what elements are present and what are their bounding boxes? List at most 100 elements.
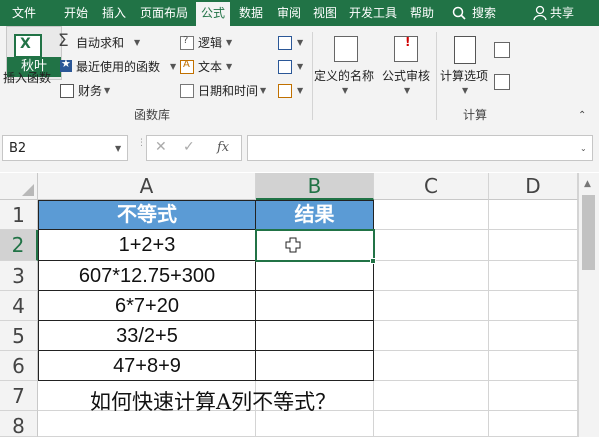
cell-c1[interactable] xyxy=(374,200,489,230)
spreadsheet-grid: A B C D 1 2 3 4 5 6 7 8 不等式 结果 1+2+3 607… xyxy=(0,173,599,438)
cell-a4[interactable]: 6*7+20 xyxy=(39,291,256,321)
table-header-expression[interactable]: 不等式 xyxy=(39,201,256,230)
cell-d5[interactable] xyxy=(489,321,578,351)
text-button[interactable]: A 文本 ▼ xyxy=(178,58,238,76)
confirm-icon[interactable]: ✓ xyxy=(183,139,195,155)
cell-b3[interactable] xyxy=(256,261,374,291)
calculate-now-icon[interactable] xyxy=(494,42,510,58)
cell-d1[interactable] xyxy=(489,200,578,230)
formula-audit-button[interactable]: ! 公式审核 ▼ xyxy=(380,34,434,104)
math-button[interactable]: ▼ xyxy=(278,58,306,76)
cell-c8[interactable] xyxy=(374,411,489,437)
cell-c4[interactable] xyxy=(374,291,489,321)
row-header-4[interactable]: 4 xyxy=(0,291,38,321)
cell-b6[interactable] xyxy=(256,351,374,381)
tab-page-layout[interactable]: 页面布局 xyxy=(136,0,192,26)
cell-d7[interactable] xyxy=(489,381,578,411)
row-header-3[interactable]: 3 xyxy=(0,261,38,291)
tab-insert[interactable]: 插入 xyxy=(97,0,131,26)
formula-bar: B2 ▼ ⋮ ✕ ✓ fx ⌄ xyxy=(0,124,599,172)
tab-review[interactable]: 审阅 xyxy=(272,0,306,26)
cell-d6[interactable] xyxy=(489,351,578,381)
logical-button[interactable]: ? 逻辑 ▼ xyxy=(178,34,238,52)
cell-a5[interactable]: 33/2+5 xyxy=(39,321,256,351)
cell-b4[interactable] xyxy=(256,291,374,321)
calculate-sheet-icon[interactable] xyxy=(494,74,510,90)
more-functions-button[interactable]: ▼ xyxy=(278,82,306,100)
tab-data[interactable]: 数据 xyxy=(234,0,268,26)
scrollbar-thumb[interactable] xyxy=(582,195,595,270)
autosum-label: 自动求和 xyxy=(76,36,125,50)
chevron-down-icon: ▼ xyxy=(104,86,111,95)
search-icon xyxy=(452,6,466,20)
datetime-button[interactable]: 日期和时间 ▼ xyxy=(178,82,272,100)
share-label: 共享 xyxy=(550,6,575,20)
row-header-8[interactable]: 8 xyxy=(0,411,38,438)
financial-button[interactable]: 财务 ▼ xyxy=(58,82,118,100)
row-header-1[interactable]: 1 xyxy=(0,200,38,230)
cell-b5[interactable] xyxy=(256,321,374,351)
tab-help[interactable]: 帮助 xyxy=(405,0,439,26)
cell-d4[interactable] xyxy=(489,291,578,321)
row-header-2[interactable]: 2 xyxy=(0,230,38,261)
cell-d3[interactable] xyxy=(489,261,578,291)
tab-developer[interactable]: 开发工具 xyxy=(345,0,401,26)
scroll-up-icon[interactable]: ▲ xyxy=(584,179,591,189)
share-button[interactable]: 共享 xyxy=(530,0,592,26)
recent-functions-button[interactable]: ★ 最近使用的函数 ▼ xyxy=(58,57,178,76)
cell-a3[interactable]: 607*12.75+300 xyxy=(39,261,256,291)
chevron-down-icon: ▼ xyxy=(170,62,177,71)
cell-c2[interactable] xyxy=(374,230,489,261)
group-label-library: 函数库 xyxy=(134,108,171,122)
column-header-c[interactable]: C xyxy=(374,173,489,200)
financial-icon xyxy=(60,84,74,98)
calculator-icon xyxy=(454,36,476,64)
tab-view[interactable]: 视图 xyxy=(308,0,342,26)
cell-a6[interactable]: 47+8+9 xyxy=(39,351,256,381)
search-label: 搜索 xyxy=(472,6,497,20)
defined-names-button[interactable]: 定义的名称 ▼ xyxy=(314,34,376,104)
divider xyxy=(312,32,313,120)
formula-input[interactable]: ⌄ xyxy=(247,135,593,161)
cell-c3[interactable] xyxy=(374,261,489,291)
column-header-a[interactable]: A xyxy=(38,173,256,200)
column-header-b[interactable]: B xyxy=(256,173,374,200)
lookup-button[interactable]: ▼ xyxy=(278,34,306,52)
cell-a2[interactable]: 1+2+3 xyxy=(39,230,256,261)
cell-d8[interactable] xyxy=(489,411,578,437)
insert-function-label[interactable]: 插入函数 xyxy=(3,70,51,86)
tab-home[interactable]: 开始 xyxy=(59,0,93,26)
search-button[interactable]: 搜索 xyxy=(448,0,508,26)
select-all-button[interactable] xyxy=(0,173,38,200)
row-header-6[interactable]: 6 xyxy=(0,351,38,381)
column-header-d[interactable]: D xyxy=(489,173,578,200)
fill-handle[interactable] xyxy=(370,258,376,264)
table-header-result[interactable]: 结果 xyxy=(256,201,374,230)
cell-c7[interactable] xyxy=(374,381,489,411)
calc-options-button[interactable]: 计算选项 ▼ xyxy=(438,34,492,104)
recent-functions-label: 最近使用的函数 xyxy=(76,60,161,74)
name-box-value: B2 xyxy=(9,141,27,156)
cancel-icon[interactable]: ✕ xyxy=(155,139,167,155)
logical-label: 逻辑 xyxy=(198,36,223,50)
drag-handle-icon[interactable]: ⋮ xyxy=(137,138,146,148)
cell-c5[interactable] xyxy=(374,321,489,351)
cell-c6[interactable] xyxy=(374,351,489,381)
select-all-icon xyxy=(22,184,34,196)
row-header-7[interactable]: 7 xyxy=(0,381,38,411)
collapse-ribbon-icon[interactable]: ⌃ xyxy=(578,110,586,121)
divider xyxy=(436,32,437,120)
calendar-icon xyxy=(180,84,194,98)
expand-formula-icon[interactable]: ⌄ xyxy=(580,144,587,153)
tab-file[interactable]: 文件 xyxy=(4,0,44,26)
vertical-scrollbar[interactable]: ▲ xyxy=(578,173,599,437)
name-box[interactable]: B2 ▼ xyxy=(2,135,128,161)
excel-logo-icon: X xyxy=(14,34,42,58)
chevron-down-icon: ▼ xyxy=(297,38,304,47)
row-header-5[interactable]: 5 xyxy=(0,321,38,351)
tab-formulas[interactable]: 公式 xyxy=(196,2,230,26)
cell-d2[interactable] xyxy=(489,230,578,261)
autosum-button[interactable]: Σ 自动求和 ▼ xyxy=(58,31,144,52)
audit-icon: ! xyxy=(394,35,418,62)
insert-function-icon[interactable]: fx xyxy=(217,140,229,155)
